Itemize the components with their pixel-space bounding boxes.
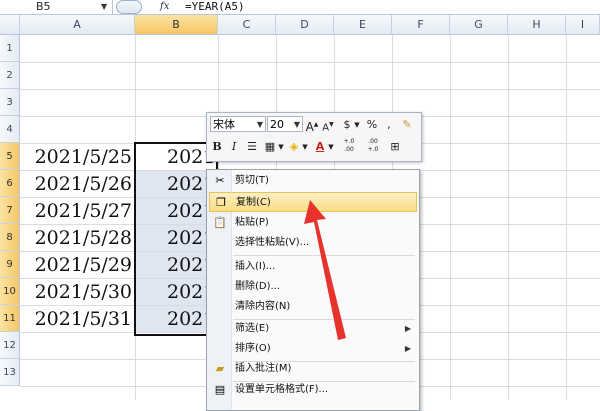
name-box[interactable]: B5 ▼ xyxy=(0,0,113,14)
cell-a5[interactable]: 2021/5/25 xyxy=(20,144,135,170)
shrink-font-button[interactable]: A▼ xyxy=(321,116,335,134)
formula-input[interactable]: =YEAR(A5) xyxy=(185,0,245,14)
chevron-down-icon: ▼ xyxy=(293,120,300,129)
menu-item-label: 设置单元格格式(F)... xyxy=(235,384,329,395)
align-center-icon[interactable]: ☰ xyxy=(245,138,259,156)
cell-a10[interactable]: 2021/5/30 xyxy=(20,279,135,305)
menu-item-label: 复制(C) xyxy=(236,197,271,208)
row-header-10[interactable]: 10 xyxy=(0,278,20,305)
menu-item-sort[interactable]: 排序(O) ▶ xyxy=(209,339,417,359)
row-header-1[interactable]: 1 xyxy=(0,35,20,62)
chevron-right-icon: ▶ xyxy=(404,344,411,353)
row-header-2[interactable]: 2 xyxy=(0,62,20,89)
formula-bar: B5 ▼ fx =YEAR(A5) xyxy=(0,0,600,15)
gridline xyxy=(20,62,600,63)
font-size-dropdown[interactable]: 20 ▼ xyxy=(267,116,303,132)
cell-a6[interactable]: 2021/5/26 xyxy=(20,171,135,197)
font-color-button[interactable]: A xyxy=(313,138,327,156)
comment-icon: ▰ xyxy=(215,362,225,375)
cell-a9[interactable]: 2021/5/29 xyxy=(20,252,135,278)
name-box-value: B5 xyxy=(36,0,51,13)
column-header-b[interactable]: B xyxy=(135,15,218,35)
chevron-down-icon[interactable]: ▼ xyxy=(277,138,285,156)
menu-item-label: 粘贴(P) xyxy=(235,217,269,228)
grow-font-button[interactable]: A▲ xyxy=(305,116,319,134)
column-header-e[interactable]: E xyxy=(334,15,392,35)
context-menu: ✂ 剪切(T) ❐ 复制(C) 📋 粘贴(P) 选择性粘贴(V)... 插入(I… xyxy=(206,169,420,411)
row-header-3[interactable]: 3 xyxy=(0,89,20,116)
chevron-down-icon: ▼ xyxy=(256,120,263,129)
merge-center-icon[interactable]: ⊞ xyxy=(387,138,403,156)
menu-item-label: 选择性粘贴(V)... xyxy=(235,237,310,248)
menu-item-format-cells[interactable]: ▤ 设置单元格格式(F)... xyxy=(209,380,417,400)
menu-item-insert-comment[interactable]: ▰ 插入批注(M) xyxy=(209,359,417,379)
row-header-5[interactable]: 5 xyxy=(0,143,20,170)
font-size-value: 20 xyxy=(270,118,284,131)
borders-icon[interactable]: ▦ xyxy=(263,138,277,156)
menu-item-delete[interactable]: 删除(D)... xyxy=(209,277,417,297)
increase-decimal-button[interactable]: +.0 .00 xyxy=(339,138,359,156)
row-header-13[interactable]: 13 xyxy=(0,359,20,386)
menu-item-insert[interactable]: 插入(I)... xyxy=(209,257,417,277)
row-header-6[interactable]: 6 xyxy=(0,170,20,197)
select-all-corner[interactable] xyxy=(0,15,20,35)
menu-item-clear[interactable]: 清除内容(N) xyxy=(209,297,417,317)
cell-a8[interactable]: 2021/5/28 xyxy=(20,225,135,251)
column-header-c[interactable]: C xyxy=(218,15,276,35)
menu-item-label: 筛选(E) xyxy=(235,323,270,334)
mini-toolbar: 宋体 ▼ 20 ▼ A▲ A▼ $ ▼ % , ✎ B I ☰ ▦ ▼ ◈ ▼ … xyxy=(206,112,422,162)
chevron-down-icon[interactable]: ▼ xyxy=(327,138,335,156)
cell-a7[interactable]: 2021/5/27 xyxy=(20,198,135,224)
font-name-value: 宋体 xyxy=(213,118,235,131)
row-header-8[interactable]: 8 xyxy=(0,224,20,251)
menu-separator xyxy=(233,255,415,256)
comma-button[interactable]: , xyxy=(383,116,395,134)
chevron-down-icon[interactable]: ▼ xyxy=(101,0,107,14)
font-name-dropdown[interactable]: 宋体 ▼ xyxy=(210,116,266,132)
menu-item-label: 排序(O) xyxy=(235,343,271,354)
chevron-down-icon[interactable]: ▼ xyxy=(301,138,309,156)
clipboard-icon: 📋 xyxy=(213,216,227,229)
menu-item-filter[interactable]: 筛选(E) ▶ xyxy=(209,319,417,339)
column-header-a[interactable]: A xyxy=(20,15,135,35)
copy-icon: ❐ xyxy=(216,196,226,209)
format-cells-icon: ▤ xyxy=(214,383,226,396)
chevron-down-icon[interactable]: ▼ xyxy=(353,116,361,134)
column-header-h[interactable]: H xyxy=(508,15,566,35)
column-header-g[interactable]: G xyxy=(450,15,508,35)
gridline xyxy=(20,89,600,90)
chevron-right-icon: ▶ xyxy=(404,324,411,333)
cell-a11[interactable]: 2021/5/31 xyxy=(20,306,135,332)
menu-item-label: 清除内容(N) xyxy=(235,301,291,312)
scissors-icon: ✂ xyxy=(215,174,225,187)
row-header-7[interactable]: 7 xyxy=(0,197,20,224)
menu-item-paste[interactable]: 📋 粘贴(P) xyxy=(209,213,417,233)
decrease-decimal-button[interactable]: .00 +.0 xyxy=(363,138,383,156)
row-header-9[interactable]: 9 xyxy=(0,251,20,278)
row-header-12[interactable]: 12 xyxy=(0,332,20,359)
currency-button[interactable]: $ xyxy=(341,116,353,134)
menu-item-paste-special[interactable]: 选择性粘贴(V)... xyxy=(209,233,417,253)
format-painter-icon[interactable]: ✎ xyxy=(399,116,415,134)
grow-font-label: A xyxy=(305,120,314,134)
menu-item-label: 插入批注(M) xyxy=(235,363,292,374)
percent-button[interactable]: % xyxy=(365,116,379,134)
menu-item-cut[interactable]: ✂ 剪切(T) xyxy=(209,171,417,191)
formula-bar-handle[interactable] xyxy=(116,0,142,14)
menu-item-copy[interactable]: ❐ 复制(C) xyxy=(209,192,417,212)
row-header-11[interactable]: 11 xyxy=(0,305,20,332)
italic-button[interactable]: I xyxy=(227,138,241,156)
bold-button[interactable]: B xyxy=(210,138,224,156)
menu-item-label: 剪切(T) xyxy=(235,175,269,186)
column-header-f[interactable]: F xyxy=(392,15,450,35)
column-header-d[interactable]: D xyxy=(276,15,334,35)
fx-icon[interactable]: fx xyxy=(160,0,169,14)
column-header-i[interactable]: I xyxy=(566,15,600,35)
menu-item-label: 插入(I)... xyxy=(235,261,276,272)
menu-item-label: 删除(D)... xyxy=(235,281,281,292)
row-header-4[interactable]: 4 xyxy=(0,116,20,143)
fill-color-icon[interactable]: ◈ xyxy=(287,138,301,156)
